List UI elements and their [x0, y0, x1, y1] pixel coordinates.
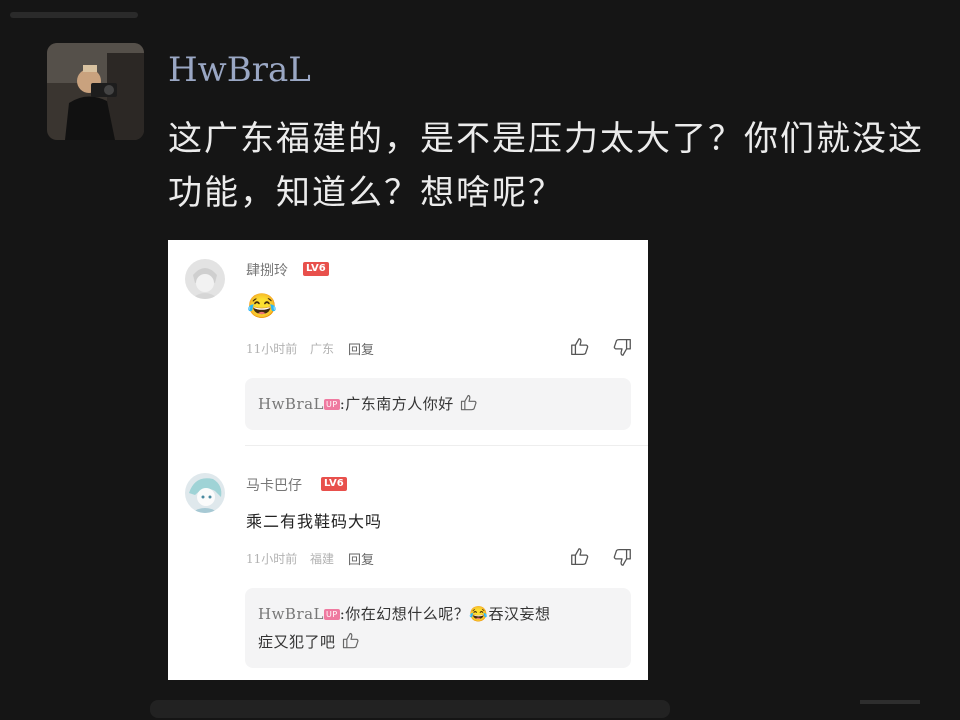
reply-line: HwBraL UP:你在幻想什么呢？😂吞汉妄想 症又犯了吧: [258, 600, 623, 656]
up-badge: UP: [324, 399, 340, 410]
comment-location: 福建: [310, 552, 335, 566]
comment-time: 11小时前: [246, 552, 298, 566]
commenter-avatar[interactable]: [185, 473, 225, 513]
commenter-avatar[interactable]: [185, 259, 225, 299]
reply-text-continued: 症又犯了吧: [258, 633, 336, 651]
comment-divider: [245, 445, 648, 446]
reply-text: :你在幻想什么呢？😂吞汉妄想: [339, 605, 551, 623]
reply-button[interactable]: 回复: [348, 339, 374, 358]
comment-location: 广东: [310, 342, 335, 356]
reply-like-icon[interactable]: [341, 631, 361, 651]
up-reply-box[interactable]: HwBraL UP:广东南方人你好: [245, 378, 631, 430]
level-badge: LV6: [303, 262, 329, 276]
level-badge: LV6: [321, 477, 347, 491]
bottom-shadow: [150, 700, 670, 718]
reply-author[interactable]: HwBraL: [258, 605, 324, 623]
up-badge: UP: [324, 609, 340, 620]
like-icon[interactable]: [569, 336, 591, 358]
comment-time: 11小时前: [246, 342, 298, 356]
bottom-edge-mark: [860, 700, 920, 704]
commenter-name[interactable]: 马卡巴仔: [246, 475, 302, 495]
reply-text: :广东南方人你好: [339, 395, 454, 413]
commenter-name[interactable]: 肆捌玲: [246, 260, 288, 280]
up-reply-box[interactable]: HwBraL UP:你在幻想什么呢？😂吞汉妄想 症又犯了吧: [245, 588, 631, 668]
reply-button[interactable]: 回复: [348, 549, 374, 568]
reply-like-icon[interactable]: [459, 393, 479, 413]
like-icon[interactable]: [569, 546, 591, 568]
top-edge-bar: [10, 12, 138, 18]
comment-text: 乘二有我鞋码大吗: [246, 512, 383, 531]
reply-author[interactable]: HwBraL: [258, 395, 324, 413]
reply-line: HwBraL UP:广东南方人你好: [258, 390, 479, 418]
comment-screenshot: 肆捌玲 LV6 😂 11小时前 广东 回复 HwBraL UP:广东南方人你好 马…: [168, 240, 648, 680]
post-avatar[interactable]: [47, 43, 144, 140]
dislike-icon[interactable]: [611, 336, 633, 358]
dislike-icon[interactable]: [611, 546, 633, 568]
post-text: 这广东福建的，是不是压力太大了？你们就没这功能，知道么？想啥呢？: [168, 119, 924, 213]
comment-text: 😂: [247, 292, 277, 320]
post-username[interactable]: HwBraL: [168, 50, 311, 90]
